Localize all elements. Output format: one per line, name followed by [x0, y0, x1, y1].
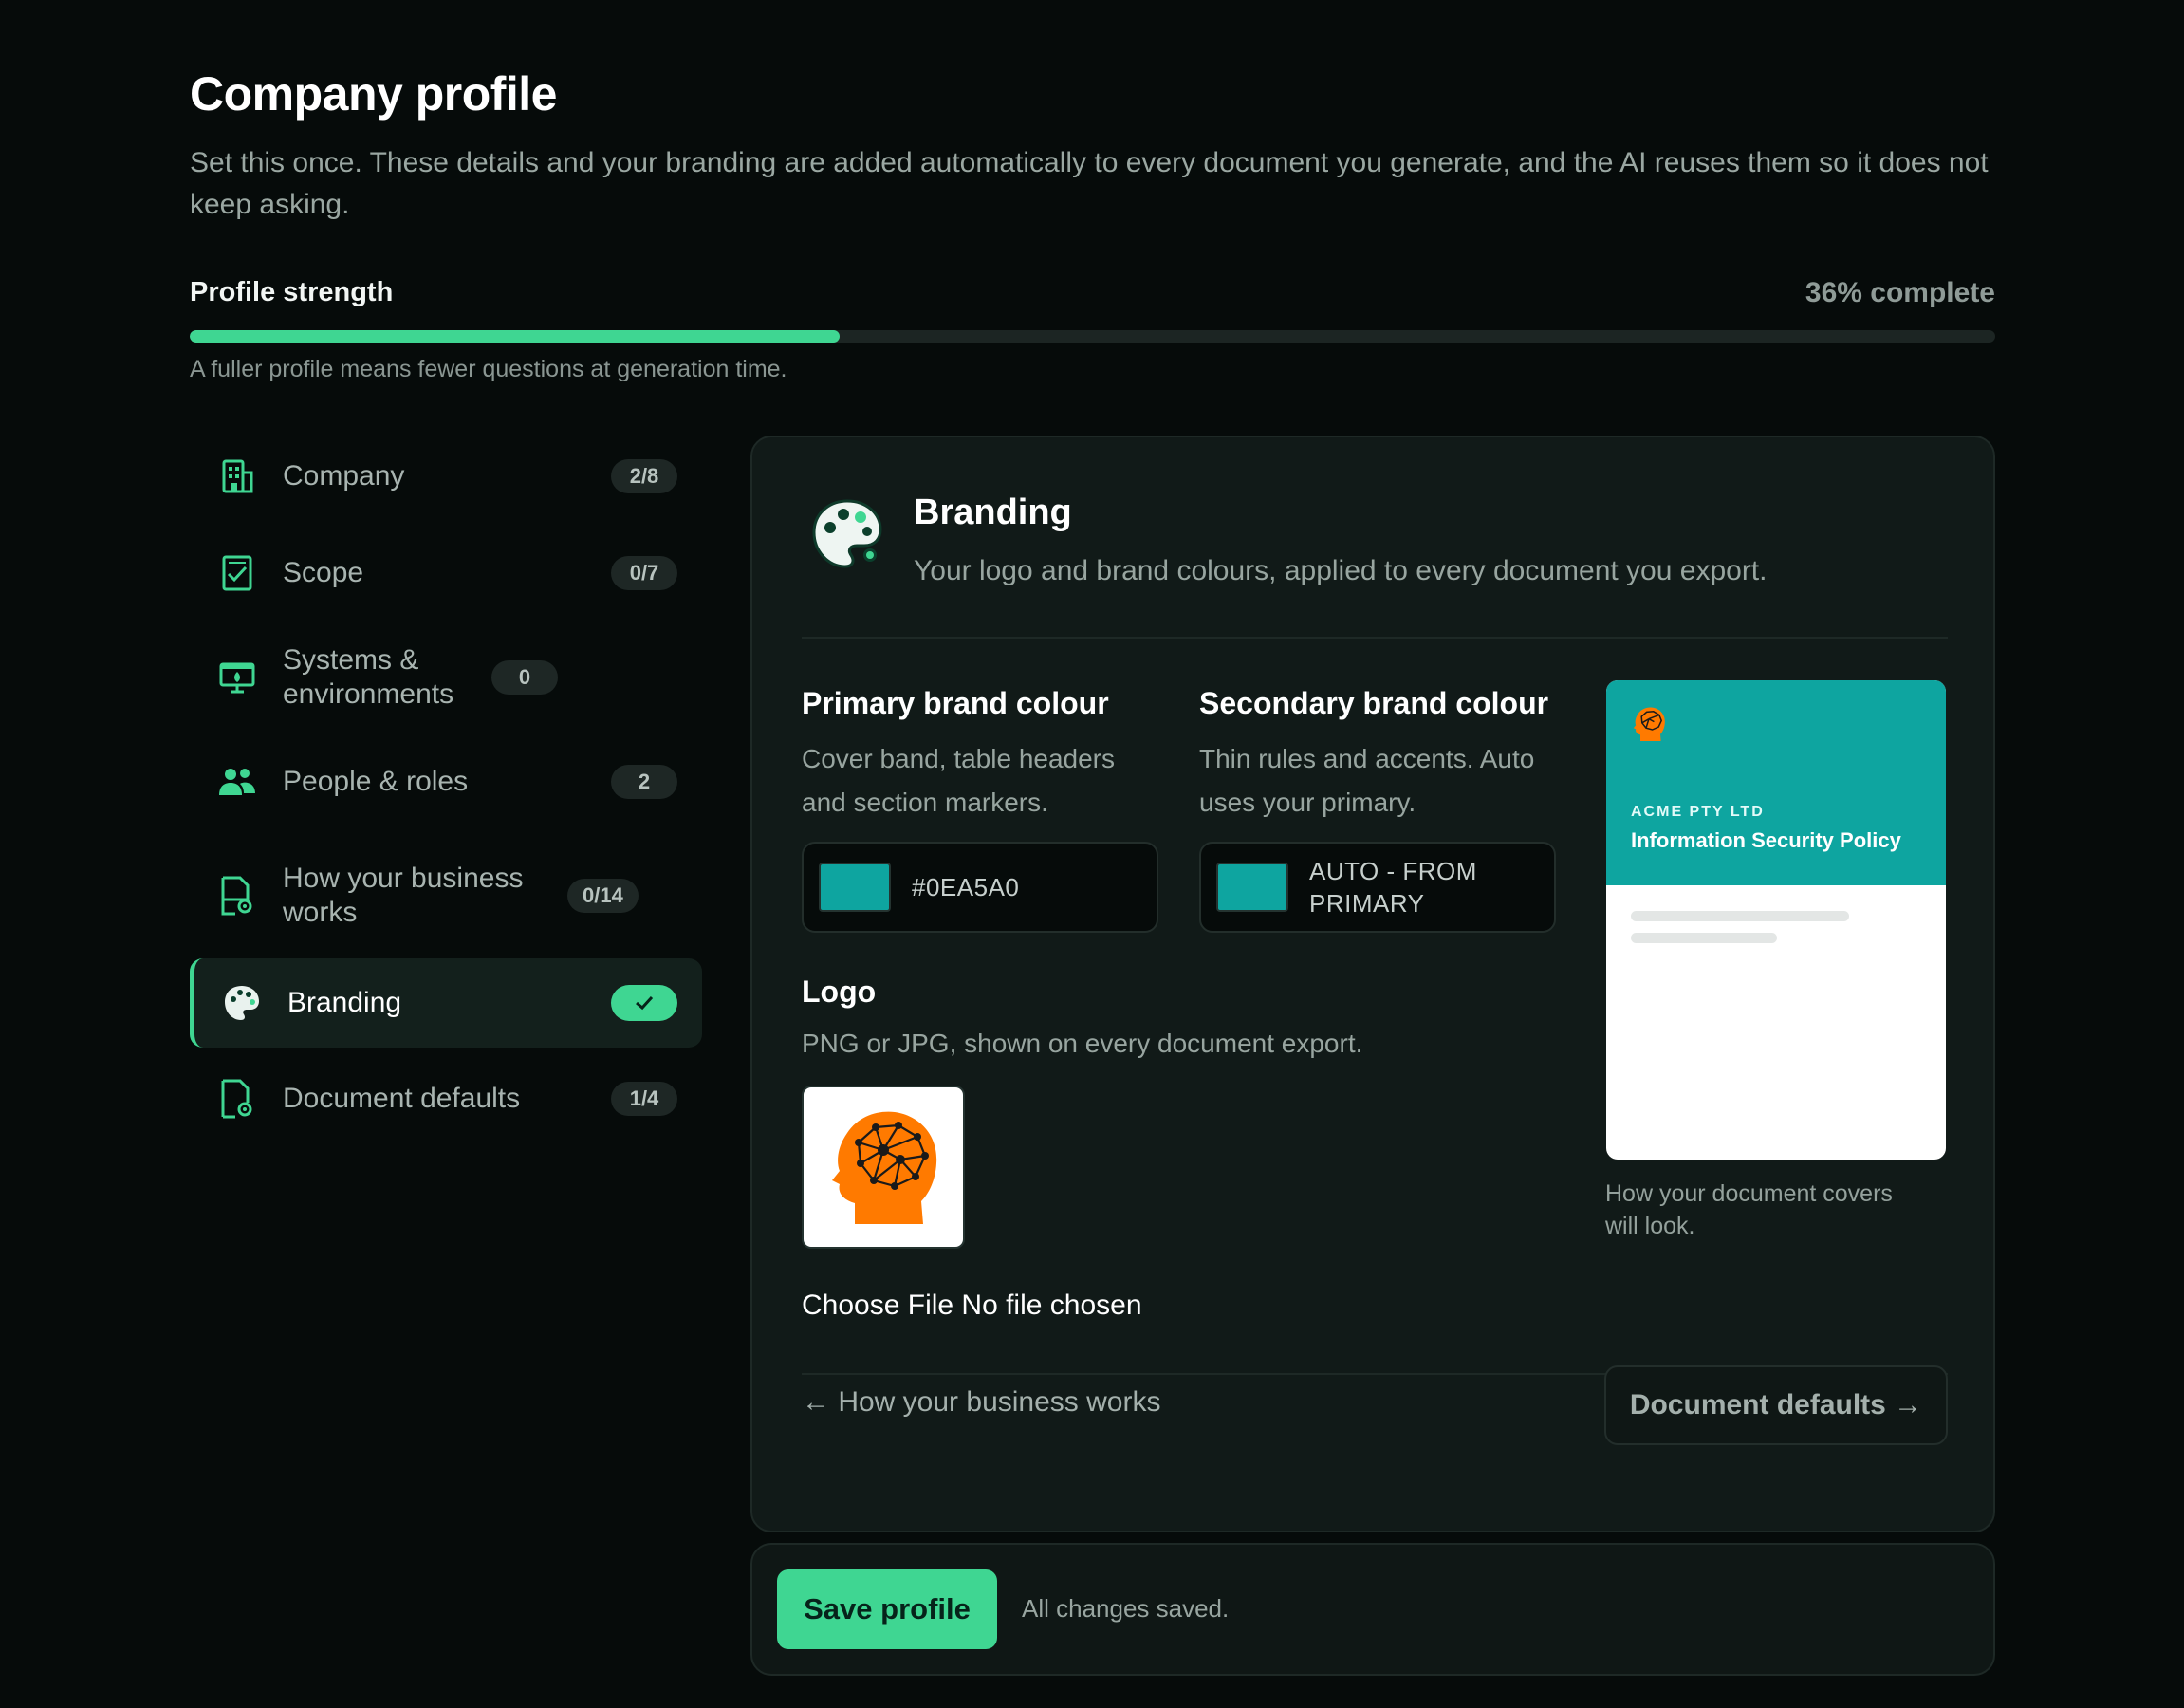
- placeholder-line: [1631, 933, 1777, 943]
- progress-badge: 2/8: [611, 459, 677, 493]
- primary-colour-description: Cover band, table headers and section ma…: [802, 744, 1115, 817]
- profile-strength-label: Profile strength: [190, 277, 394, 307]
- check-icon: [636, 995, 654, 1011]
- document-gear-icon: [216, 875, 258, 917]
- progress-badge: 1/4: [611, 1082, 677, 1116]
- secondary-colour-description: Thin rules and accents. Auto uses your p…: [1199, 744, 1535, 817]
- profile-strength-hint: A fuller profile means fewer questions a…: [190, 356, 787, 382]
- secondary-colour-input[interactable]: AUTO - FROM PRIMARY: [1199, 842, 1556, 933]
- profile-strength-percent: 36% complete: [1805, 277, 1995, 308]
- previous-section-link[interactable]: ← How your business works: [802, 1386, 1160, 1419]
- sidebar-item-branding[interactable]: Branding: [190, 958, 702, 1048]
- primary-colour-value: #0EA5A0: [912, 873, 1020, 901]
- logo-title: Logo: [802, 975, 877, 1009]
- sidebar-item-label: Company: [283, 460, 405, 492]
- section-sidebar: Company 2/8 Scope 0/7 Systems & environm…: [190, 435, 702, 1141]
- sidebar-item-label: Branding: [287, 987, 402, 1018]
- sidebar-item-label: Systems & environments: [283, 644, 454, 710]
- sidebar-item-label: Scope: [283, 557, 364, 588]
- cover-document-title: Information Security Policy: [1631, 828, 1901, 852]
- logo-file-input[interactable]: Choose File No file chosen: [802, 1290, 1142, 1322]
- secondary-colour-value: AUTO - FROM PRIMARY: [1309, 857, 1477, 918]
- people-icon: [216, 761, 258, 803]
- cover-company-name: ACME PTY LTD: [1631, 804, 1765, 820]
- sidebar-item-scope[interactable]: Scope 0/7: [190, 531, 702, 615]
- save-profile-button[interactable]: Save profile: [777, 1569, 997, 1649]
- logo-preview: [802, 1086, 965, 1249]
- building-icon: [216, 455, 258, 497]
- section-title: Branding: [914, 492, 1072, 532]
- monitor-icon: [216, 657, 258, 698]
- progress-badge: 0/14: [567, 879, 639, 913]
- sidebar-item-label: Document defaults: [283, 1083, 521, 1114]
- primary-colour-swatch[interactable]: [819, 863, 891, 912]
- progress-badge: 2: [611, 765, 677, 799]
- secondary-colour-swatch[interactable]: [1216, 863, 1288, 912]
- sidebar-item-systems[interactable]: Systems & environments 0: [190, 628, 702, 727]
- profile-strength-bar: [190, 330, 1995, 343]
- company-profile-page: Company profile Set this once. These det…: [0, 0, 2184, 1708]
- sidebar-item-how-business-works[interactable]: How your business works 0/14: [190, 846, 702, 945]
- save-status: All changes saved.: [1022, 1594, 1230, 1623]
- branding-card: Branding Your logo and brand colours, ap…: [750, 436, 1995, 1532]
- profile-strength-fill: [190, 330, 841, 343]
- palette-icon: [809, 496, 885, 572]
- document-gear-icon: [216, 1078, 258, 1120]
- palette-icon: [221, 982, 263, 1024]
- page-title: Company profile: [190, 67, 557, 121]
- section-subtitle: Your logo and brand colours, applied to …: [914, 555, 1768, 586]
- sidebar-item-label: How your business works: [283, 863, 524, 928]
- document-cover-preview: ACME PTY LTD Information Security Policy: [1606, 680, 1946, 1160]
- primary-colour-title: Primary brand colour: [802, 686, 1109, 720]
- placeholder-line: [1631, 911, 1849, 921]
- save-bar: Save profile All changes saved.: [750, 1543, 1995, 1676]
- sidebar-item-label: People & roles: [283, 766, 469, 797]
- complete-check-badge: [611, 985, 677, 1021]
- sidebar-item-company[interactable]: Company 2/8: [190, 435, 702, 518]
- logo-description: PNG or JPG, shown on every document expo…: [802, 1029, 1363, 1058]
- next-section-button[interactable]: Document defaults →: [1604, 1365, 1948, 1445]
- secondary-colour-title: Secondary brand colour: [1199, 686, 1549, 720]
- cover-band: ACME PTY LTD Information Security Policy: [1606, 680, 1946, 885]
- section-divider: [802, 637, 1948, 639]
- preview-caption: How your document covers will look.: [1605, 1180, 1893, 1239]
- brain-head-logo: [1633, 707, 1665, 741]
- checklist-icon: [216, 552, 258, 594]
- sidebar-item-document-defaults[interactable]: Document defaults 1/4: [190, 1057, 702, 1141]
- sidebar-item-people[interactable]: People & roles 2: [190, 740, 702, 824]
- primary-colour-input[interactable]: #0EA5A0: [802, 842, 1158, 933]
- progress-badge: 0/7: [611, 556, 677, 590]
- progress-badge: 0: [491, 660, 558, 695]
- brain-head-logo: [832, 1111, 937, 1224]
- page-subtitle: Set this once. These details and your br…: [190, 147, 1989, 220]
